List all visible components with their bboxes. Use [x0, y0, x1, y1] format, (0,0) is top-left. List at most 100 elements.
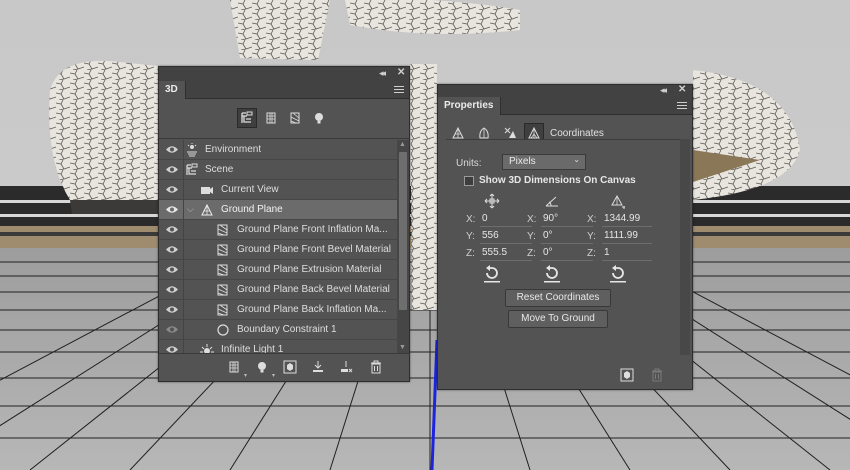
- close-panel-icon[interactable]: ✕: [397, 67, 405, 78]
- show-3d-dimensions-label[interactable]: Show 3D Dimensions On Canvas: [479, 175, 636, 186]
- layer-row-material[interactable]: Ground Plane Extrusion Material: [159, 260, 397, 280]
- visibility-eye-icon[interactable]: [165, 344, 179, 353]
- rotation-z-field[interactable]: 0°: [541, 246, 593, 261]
- move-to-ground-button[interactable]: Move To Ground: [508, 310, 608, 328]
- close-panel-icon[interactable]: ✕: [678, 84, 686, 95]
- properties-scrollbar[interactable]: [680, 139, 690, 355]
- visibility-eye-icon[interactable]: [165, 144, 179, 155]
- scale-y-field[interactable]: 1111.99: [602, 229, 652, 244]
- material-icon: [217, 284, 228, 296]
- layer-list-scrollbar[interactable]: ▲ ▼: [397, 140, 409, 353]
- reset-scale-icon[interactable]: [608, 265, 628, 283]
- layer-row-current-view[interactable]: Current View: [159, 180, 397, 200]
- render-icon[interactable]: [283, 360, 299, 376]
- chevron-down-icon[interactable]: ⌵: [187, 204, 194, 215]
- collapse-panel-icon[interactable]: ◂◂: [660, 85, 667, 96]
- scale-z-field[interactable]: 1: [602, 246, 652, 261]
- panel-properties-tabbar: Properties: [438, 97, 692, 115]
- lights-filter-icon[interactable]: [309, 108, 329, 128]
- show-3d-dimensions-checkbox[interactable]: [464, 176, 474, 186]
- rotation-z-label: Z:: [527, 248, 536, 259]
- add-mesh-icon[interactable]: ▾: [227, 360, 247, 379]
- panel-3d-tabbar: 3D: [159, 81, 409, 99]
- scale-x-field[interactable]: 1344.99: [602, 212, 652, 227]
- rotation-x-field[interactable]: 90°: [541, 212, 593, 227]
- position-z-field[interactable]: 555.5: [480, 246, 532, 261]
- reset-rotation-icon[interactable]: [542, 265, 562, 283]
- tab-properties[interactable]: Properties: [438, 97, 502, 115]
- panel-properties: ◂◂ ✕ Properties Coordinates Units: Pixel…: [437, 84, 693, 390]
- layer-label: Ground Plane Front Bevel Material: [237, 244, 391, 255]
- visibility-eye-icon[interactable]: [165, 204, 179, 215]
- visibility-eye-icon[interactable]: [165, 184, 179, 195]
- collapse-panel-icon[interactable]: ◂◂: [379, 68, 386, 79]
- panel-3d: ◂◂ ✕ 3D Environment Scene Current View ⌵…: [158, 66, 410, 382]
- units-select[interactable]: Pixels ⌄: [502, 154, 586, 170]
- scroll-up-icon[interactable]: ▲: [399, 141, 406, 148]
- layer-row-material[interactable]: Ground Plane Front Bevel Material: [159, 240, 397, 260]
- visibility-eye-icon[interactable]: [165, 264, 179, 275]
- move-icon: [484, 193, 500, 209]
- trash-icon[interactable]: [369, 360, 385, 376]
- tab-3d[interactable]: 3D: [159, 81, 186, 99]
- visibility-eye-icon[interactable]: [165, 244, 179, 255]
- reset-position-icon[interactable]: [482, 265, 502, 283]
- layer-row-ground-plane[interactable]: ⌵ Ground Plane: [159, 200, 397, 220]
- rotation-x-label: X:: [527, 214, 537, 225]
- angle-icon: [545, 196, 558, 207]
- layer-label: Scene: [205, 164, 234, 175]
- visibility-eye-icon[interactable]: [165, 304, 179, 315]
- new-constraint-icon[interactable]: [339, 360, 355, 376]
- material-icon: [217, 244, 228, 256]
- position-z-label: Z:: [466, 248, 475, 259]
- trash-icon: [650, 368, 666, 384]
- environment-icon: [187, 143, 197, 157]
- mesh-icon: [201, 203, 213, 216]
- layer-row-material[interactable]: Ground Plane Back Bevel Material: [159, 280, 397, 300]
- render-icon[interactable]: [620, 368, 636, 384]
- position-x-label: X:: [466, 214, 476, 225]
- scale-y-label: Y:: [587, 231, 596, 242]
- scale-z-label: Z:: [587, 248, 596, 259]
- reset-coordinates-button[interactable]: Reset Coordinates: [505, 289, 611, 307]
- panel-3d-bottom-bar: ▾ ▾: [159, 353, 409, 381]
- layer-row-infinite-light[interactable]: Infinite Light 1: [159, 340, 397, 353]
- meshes-filter-icon[interactable]: [261, 108, 281, 128]
- panel-menu-icon[interactable]: [677, 102, 687, 110]
- camera-icon: [201, 187, 213, 194]
- mode-label: Coordinates: [550, 128, 604, 139]
- layer-label: Ground Plane: [221, 204, 283, 215]
- rotation-y-label: Y:: [527, 231, 536, 242]
- visibility-eye-icon[interactable]: [165, 284, 179, 295]
- materials-filter-icon[interactable]: [285, 108, 305, 128]
- units-value: Pixels: [509, 156, 536, 167]
- layer-row-environment[interactable]: Environment: [159, 140, 397, 160]
- panel-3d-topbar[interactable]: ◂◂ ✕: [159, 67, 409, 81]
- layer-label: Current View: [221, 184, 279, 195]
- whole-scene-filter-icon[interactable]: [237, 108, 257, 128]
- scroll-down-icon[interactable]: ▼: [399, 344, 406, 351]
- properties-bottom-bar: [438, 363, 692, 389]
- canvas-3d-scene[interactable]: [0, 0, 850, 470]
- layer-list: Environment Scene Current View ⌵ Ground …: [159, 140, 397, 353]
- position-y-field[interactable]: 556: [480, 229, 532, 244]
- layer-row-scene[interactable]: Scene: [159, 160, 397, 180]
- filter-toolbar: [159, 99, 409, 139]
- scroll-thumb[interactable]: [399, 152, 407, 310]
- constraint-icon: [217, 324, 229, 336]
- layer-label: Ground Plane Extrusion Material: [237, 264, 382, 275]
- panel-menu-icon[interactable]: [394, 86, 404, 94]
- add-light-icon[interactable]: ▾: [255, 360, 275, 379]
- layer-row-material[interactable]: Ground Plane Back Inflation Ma...: [159, 300, 397, 320]
- layer-row-material[interactable]: Ground Plane Front Inflation Ma...: [159, 220, 397, 240]
- visibility-eye-icon[interactable]: [165, 224, 179, 235]
- position-x-field[interactable]: 0: [480, 212, 532, 227]
- visibility-eye-icon[interactable]: [165, 164, 179, 175]
- layer-row-boundary-constraint[interactable]: Boundary Constraint 1: [159, 320, 397, 340]
- panel-properties-topbar[interactable]: ◂◂ ✕: [438, 84, 692, 97]
- layer-label: Ground Plane Front Inflation Ma...: [237, 224, 388, 235]
- layer-label: Infinite Light 1: [221, 344, 284, 353]
- rotation-y-field[interactable]: 0°: [541, 229, 593, 244]
- drop-to-ground-icon[interactable]: [311, 360, 327, 376]
- visibility-eye-icon[interactable]: [165, 324, 179, 335]
